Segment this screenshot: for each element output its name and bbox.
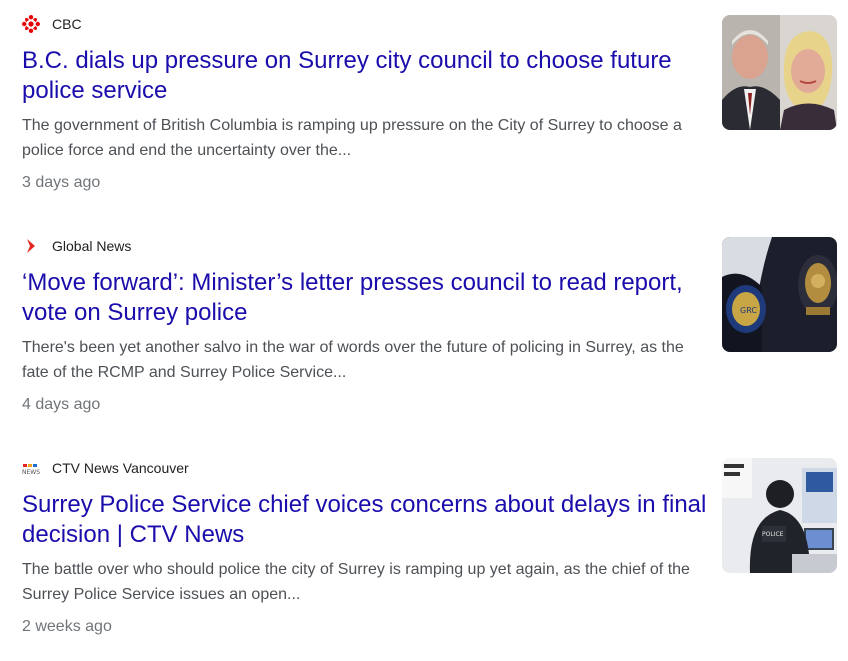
article-thumbnail-police-badges[interactable]: GRC xyxy=(722,237,837,352)
article-age: 3 days ago xyxy=(22,174,101,191)
svg-text:NEWS: NEWS xyxy=(22,469,40,476)
global-news-chevron-icon xyxy=(22,237,40,255)
svg-text:GRC: GRC xyxy=(740,306,757,315)
article-title-link[interactable]: B.C. dials up pressure on Surrey city co… xyxy=(22,46,712,106)
article-age: 4 days ago xyxy=(22,396,101,413)
ctv-news-icon: NEWS xyxy=(22,459,40,477)
article-age: 2 weeks ago xyxy=(22,618,112,635)
svg-text:POLICE: POLICE xyxy=(762,531,784,538)
article-title-link[interactable]: ‘Move forward’: Minister’s letter presse… xyxy=(22,268,712,328)
source-name: Global News xyxy=(52,238,132,254)
article-snippet: There's been yet another salvo in the wa… xyxy=(22,339,684,381)
source-name: CTV News Vancouver xyxy=(52,460,189,476)
article-thumbnail-police-officer[interactable]: POLICE xyxy=(722,458,837,573)
source-name: CBC xyxy=(52,16,82,32)
cbc-gem-icon xyxy=(22,15,40,33)
article-snippet: The battle over who should police the ci… xyxy=(22,561,690,603)
article-thumbnail-politicians[interactable] xyxy=(722,15,837,130)
article-snippet: The government of British Columbia is ra… xyxy=(22,117,682,159)
article-title-link[interactable]: Surrey Police Service chief voices conce… xyxy=(22,490,712,550)
